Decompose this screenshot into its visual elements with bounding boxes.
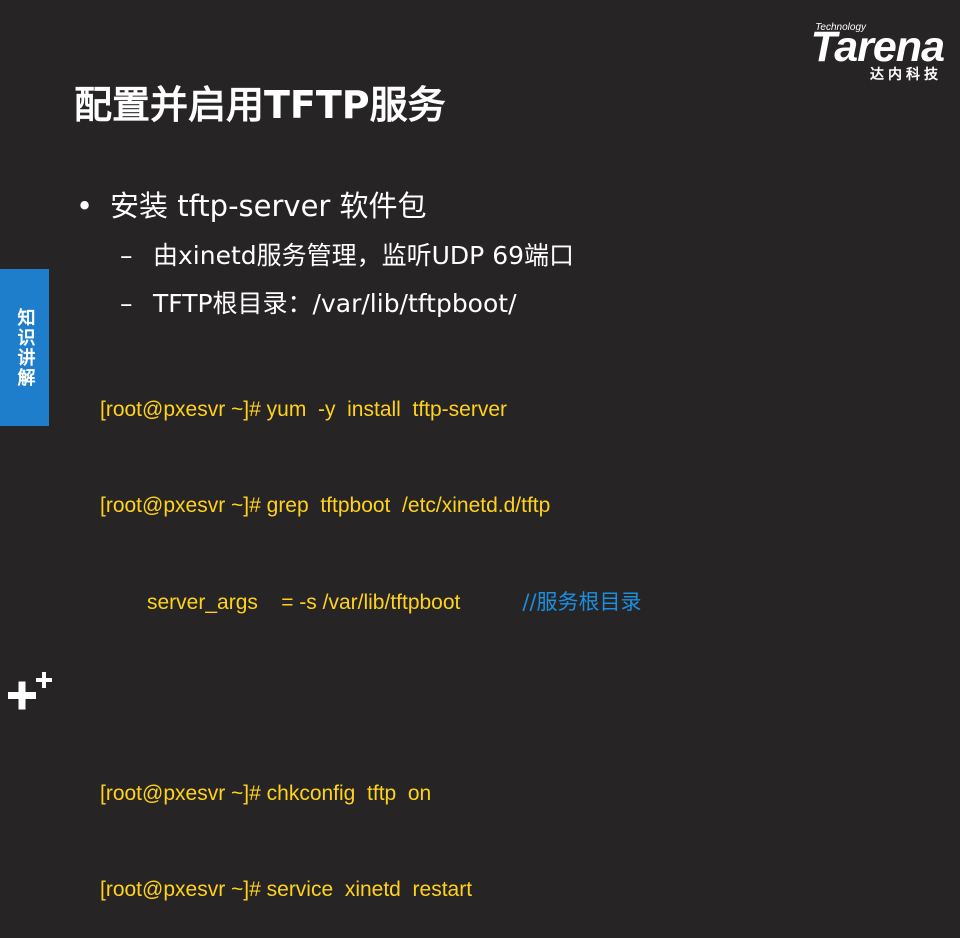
command-line: [root@pxesvr ~]# service xinetd restart [100,878,473,901]
plus-plus-icon [8,672,52,710]
bullet-item: • 安装 tftp-server 软件包 [76,183,427,225]
command-block: [root@pxesvr ~]# yum -y install tftp-ser… [100,330,642,938]
bullet-marker: • [76,189,94,223]
command-output-text: server_args = -s /var/lib/tftpboot [147,591,461,614]
command-comment: //服务根目录 [522,590,642,614]
sub-item-root-dir: – TFTP根目录：/var/lib/tftpboot/ [120,284,517,320]
sub-item-marker: – [120,241,133,270]
tarena-logo: Technology Tarena 达内科技 [774,22,945,84]
command-line: [root@pxesvr ~]# chkconfig tftp on [100,782,432,805]
sub-item-text: 由xinetd服务管理，监听UDP 69端口 [153,241,575,270]
logo-cn-text: 达内科技 [870,67,942,83]
side-tab-label: 知识讲解 [14,307,36,388]
sub-item-xinetd: – 由xinetd服务管理，监听UDP 69端口 [120,236,574,272]
bullet-text: 安装 tftp-server 软件包 [110,189,427,223]
sub-item-text: TFTP根目录：/var/lib/tftpboot/ [153,289,517,318]
side-tab-knowledge: 知识讲解 [0,269,49,426]
sub-item-marker: – [120,289,133,318]
command-output-line: server_args = -s /var/lib/tftpboot //服务根目… [100,586,642,618]
command-line: [root@pxesvr ~]# yum -y install tftp-ser… [100,398,508,421]
command-line: [root@pxesvr ~]# grep tftpboot /etc/xine… [100,494,551,517]
logo-name-text: Tarena [810,23,945,71]
page-title: 配置并启用TFTP服务 [74,83,446,127]
